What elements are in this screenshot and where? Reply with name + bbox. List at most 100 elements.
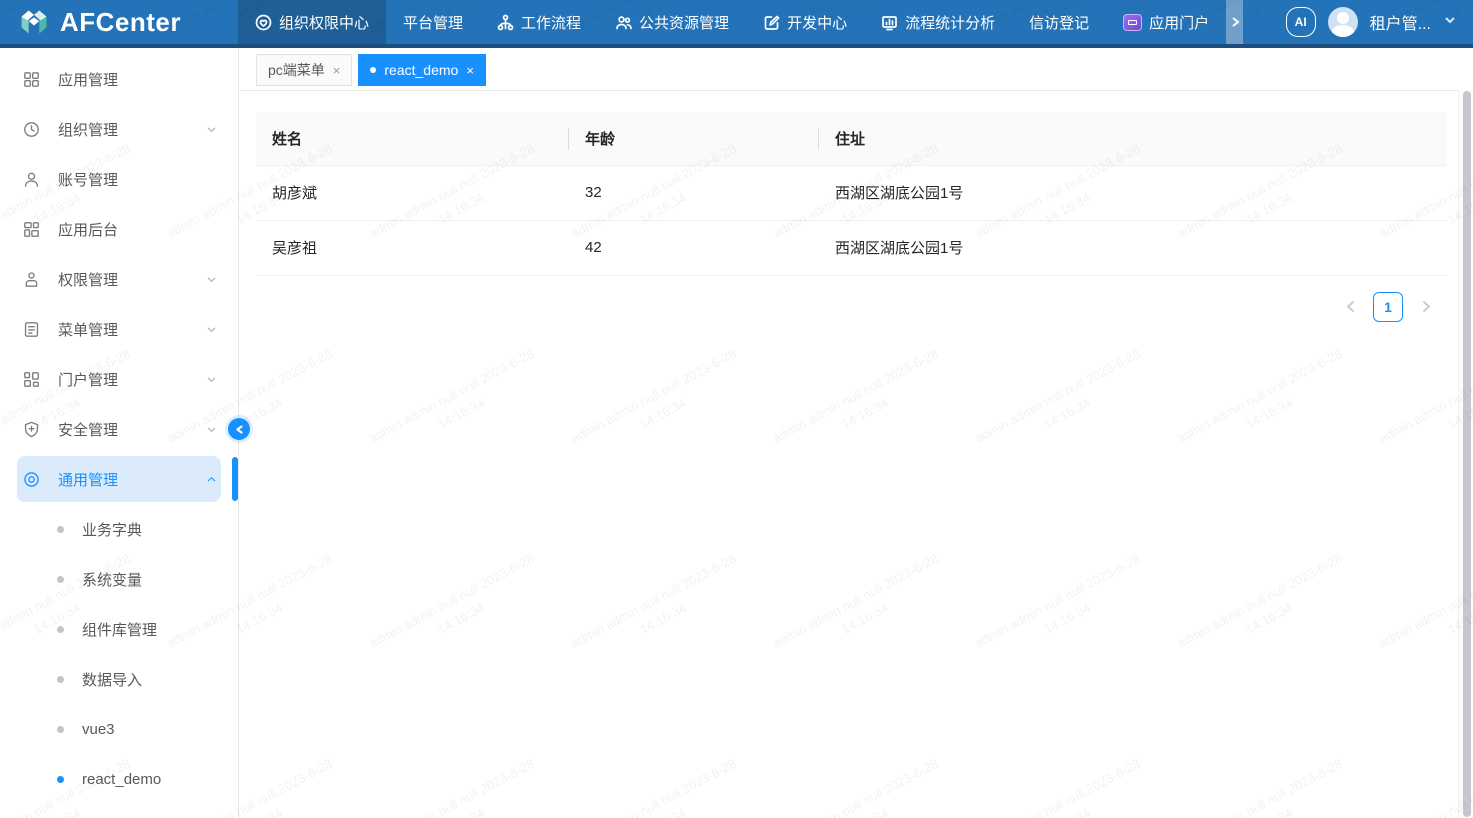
nav-item-process-stats[interactable]: 流程统计分析 [864, 0, 1012, 44]
nav-item-label: 公共资源管理 [639, 12, 729, 33]
table-header-row: 姓名 年龄 住址 [256, 112, 1447, 165]
cell-address: 西湖区湖底公园1号 [819, 220, 1447, 275]
sidebar-item-label: 安全管理 [58, 419, 118, 440]
chevron-right-icon [1229, 16, 1241, 28]
nav-item-public-resources[interactable]: 公共资源管理 [598, 0, 746, 44]
document-icon [22, 320, 41, 339]
header-right: AI 租户管... [1286, 0, 1473, 44]
chevron-down-icon [205, 273, 218, 286]
sidebar-subitem-label: vue3 [82, 721, 115, 738]
person-badge-icon [22, 270, 41, 289]
tab-label: react_demo [384, 62, 458, 78]
afcenter-logo-icon [18, 7, 50, 37]
ai-assistant-button[interactable]: AI [1286, 7, 1316, 37]
app-title: AFCenter [60, 7, 181, 38]
user-menu-toggle[interactable] [1443, 13, 1457, 32]
cell-name: 胡彦斌 [256, 165, 569, 220]
tenant-name[interactable]: 租户管... [1370, 10, 1431, 34]
bullet-icon [57, 726, 64, 733]
page-number-button[interactable]: 1 [1373, 292, 1403, 322]
app-logo[interactable]: AFCenter [0, 0, 238, 44]
cell-name: 吴彦祖 [256, 220, 569, 275]
cell-address: 西湖区湖底公园1号 [819, 165, 1447, 220]
grid-alt-icon [22, 370, 41, 389]
sidebar-item-label: 组织管理 [58, 119, 118, 140]
chevron-down-icon [205, 373, 218, 386]
nav-item-label: 开发中心 [787, 12, 847, 33]
sidebar-subitem-component-lib[interactable]: 组件库管理 [0, 604, 238, 654]
nav-item-org-permission-center[interactable]: 组织权限中心 [238, 0, 386, 44]
vertical-scrollbar-track [1458, 90, 1473, 818]
bullet-icon [57, 676, 64, 683]
column-header-name: 姓名 [256, 112, 569, 165]
main-content: pc端菜单 × react_demo × 姓名 年龄 住址 胡彦斌 32 西湖区 [240, 48, 1473, 818]
sidebar: 应用管理 组织管理 账号管理 应用后台 权限管理 菜单管理 门户管理 安全管理 … [0, 48, 239, 818]
close-icon[interactable]: × [333, 64, 341, 77]
sidebar-item-label: 应用后台 [58, 219, 118, 240]
sidebar-item-app-mgmt[interactable]: 应用管理 [0, 54, 238, 104]
active-indicator-bar [232, 457, 238, 501]
column-header-age: 年龄 [569, 112, 819, 165]
bullet-icon [57, 526, 64, 533]
next-page-button[interactable] [1411, 292, 1441, 322]
sidebar-subitem-label: 业务字典 [82, 519, 142, 540]
top-header: AFCenter 组织权限中心 平台管理 工作流程 公共资源管理 开发中心 流程… [0, 0, 1473, 48]
user-icon [22, 170, 41, 189]
chevron-down-icon [205, 123, 218, 136]
sidebar-item-label: 通用管理 [58, 469, 118, 490]
table-row: 吴彦祖 42 西湖区湖底公园1号 [256, 220, 1447, 275]
sidebar-item-label: 权限管理 [58, 269, 118, 290]
chart-monitor-icon [881, 14, 898, 31]
sidebar-subitem-react-demo[interactable]: react_demo [0, 754, 238, 804]
prev-page-button[interactable] [1335, 292, 1365, 322]
edit-square-icon [763, 14, 780, 31]
sidebar-item-menu-mgmt[interactable]: 菜单管理 [0, 304, 238, 354]
nav-item-label: 流程统计分析 [905, 12, 995, 33]
nav-item-label: 组织权限中心 [279, 12, 369, 33]
column-header-address: 住址 [819, 112, 1447, 165]
chevron-down-icon [1443, 13, 1457, 27]
sidebar-item-portal-mgmt[interactable]: 门户管理 [0, 354, 238, 404]
close-icon[interactable]: × [466, 64, 474, 77]
vertical-scrollbar-thumb[interactable] [1463, 91, 1471, 817]
heart-badge-icon [255, 14, 272, 31]
nav-item-petition-register[interactable]: 信访登记 [1012, 0, 1106, 44]
sidebar-subitem-data-import[interactable]: 数据导入 [0, 654, 238, 704]
sidebar-collapse-button[interactable] [228, 418, 250, 440]
content-panel: 姓名 年龄 住址 胡彦斌 32 西湖区湖底公园1号 吴彦祖 42 西湖区湖底公园… [240, 90, 1473, 818]
sidebar-subitem-label: 系统变量 [82, 569, 142, 590]
sidebar-item-org-mgmt[interactable]: 组织管理 [0, 104, 238, 154]
chevron-left-icon [234, 424, 245, 435]
clock-icon [22, 120, 41, 139]
sidebar-item-label: 菜单管理 [58, 319, 118, 340]
tab-bar: pc端菜单 × react_demo × [240, 48, 1473, 90]
nav-item-platform-mgmt[interactable]: 平台管理 [386, 0, 480, 44]
sidebar-subitem-business-dict[interactable]: 业务字典 [0, 504, 238, 554]
grid-alt-icon [22, 220, 41, 239]
nav-item-workflow[interactable]: 工作流程 [480, 0, 598, 44]
bullet-icon [57, 576, 64, 583]
nav-item-label: 信访登记 [1029, 12, 1089, 33]
nav-item-app-portal[interactable]: 应用门户 [1106, 0, 1226, 44]
sidebar-subitem-label: 组件库管理 [82, 619, 157, 640]
user-avatar[interactable] [1328, 7, 1358, 37]
tab-pc-menu[interactable]: pc端菜单 × [256, 54, 352, 86]
people-icon [615, 14, 632, 31]
bullet-icon [57, 626, 64, 633]
nav-overflow-arrow[interactable] [1226, 0, 1243, 44]
sidebar-item-security-mgmt[interactable]: 安全管理 [0, 404, 238, 454]
sidebar-subitem-label: 数据导入 [82, 669, 142, 690]
shield-plus-icon [22, 420, 41, 439]
grid-icon [22, 70, 41, 89]
tab-react-demo[interactable]: react_demo × [358, 54, 486, 86]
sidebar-subitem-system-vars[interactable]: 系统变量 [0, 554, 238, 604]
sidebar-item-account-mgmt[interactable]: 账号管理 [0, 154, 238, 204]
pagination: 1 [256, 292, 1441, 322]
sidebar-subitem-vue3[interactable]: vue3 [0, 704, 238, 754]
nav-item-dev-center[interactable]: 开发中心 [746, 0, 864, 44]
sidebar-item-permission-mgmt[interactable]: 权限管理 [0, 254, 238, 304]
sidebar-item-general-mgmt[interactable]: 通用管理 [0, 454, 238, 504]
sidebar-item-app-backend[interactable]: 应用后台 [0, 204, 238, 254]
data-table: 姓名 年龄 住址 胡彦斌 32 西湖区湖底公园1号 吴彦祖 42 西湖区湖底公园… [256, 112, 1447, 276]
sidebar-subitem-label: react_demo [82, 771, 161, 788]
